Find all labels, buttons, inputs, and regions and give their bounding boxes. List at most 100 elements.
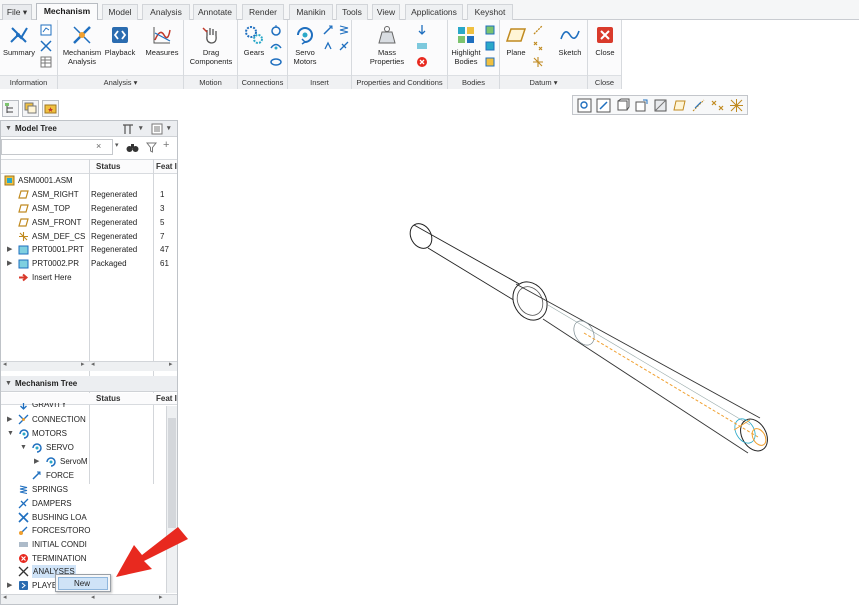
slot-icon[interactable] (270, 40, 282, 52)
expand-icon[interactable]: ▶ (34, 455, 39, 468)
add-column-icon[interactable]: + (163, 139, 169, 151)
group-label-datum[interactable]: Datum ▾ (500, 75, 587, 89)
collapse-icon[interactable]: ▼ (5, 376, 12, 392)
report-icon[interactable] (40, 24, 52, 36)
mech-row-springs[interactable]: SPRINGS (1, 483, 177, 496)
body-redefine-icon[interactable] (484, 40, 496, 52)
tree-row-asm-def-csys[interactable]: ASM_DEF_CS Regenerated 7 (1, 230, 177, 243)
tab-manikin[interactable]: Manikin (289, 4, 333, 20)
drag-components-button[interactable]: Drag Components (186, 24, 236, 66)
clear-search-icon[interactable]: × (96, 141, 101, 151)
tree-row-asm0001[interactable]: ASM0001.ASM (1, 174, 177, 187)
gravity-icon[interactable] (416, 24, 428, 36)
cam-icon[interactable] (270, 24, 282, 36)
expand-icon[interactable]: ▶ (7, 243, 12, 256)
tab-applications[interactable]: Applications (405, 4, 463, 20)
tree-row-insert-here[interactable]: Insert Here (1, 271, 177, 284)
scroll-left-icon[interactable]: ◂ (3, 593, 7, 601)
scroll-left-icon[interactable]: ◂ (91, 360, 95, 368)
mech-row-servo-motor[interactable]: ▶ ServoM (1, 455, 177, 468)
mech-row-force[interactable]: FORCE (1, 469, 177, 482)
mech-row-dampers[interactable]: DAMPERS (1, 497, 177, 510)
mech-row-gravity[interactable]: GRAVITY (1, 403, 177, 412)
force-motor-icon[interactable] (322, 24, 334, 36)
layers-tab[interactable] (22, 100, 39, 117)
settings-dropdown-icon[interactable]: ▾ (139, 121, 143, 137)
filter-icon[interactable] (146, 142, 157, 153)
distance-icon[interactable] (40, 40, 52, 52)
search-dropdown-icon[interactable]: ▾ (115, 141, 119, 149)
coordinate-system-icon[interactable] (532, 56, 544, 68)
tab-keyshot[interactable]: Keyshot (467, 4, 513, 20)
body-reset-icon[interactable] (484, 56, 496, 68)
rod-part[interactable] (406, 220, 531, 311)
tree-row-prt0002[interactable]: ▶ PRT0002.PR Packaged 61 (1, 257, 177, 270)
3d-model-viewport[interactable] (400, 215, 780, 465)
mech-row-connections[interactable]: ▶ CONNECTION (1, 413, 177, 426)
tab-analysis[interactable]: Analysis (142, 4, 190, 20)
file-menu-tab[interactable]: File ▾ (2, 4, 32, 20)
feat-column-header[interactable]: Feat I (156, 160, 177, 174)
tab-mechanism[interactable]: Mechanism (36, 3, 98, 21)
playback-button[interactable]: Playback (104, 24, 136, 57)
display-style-icon[interactable] (653, 98, 668, 113)
group-label-analysis[interactable]: Analysis ▾ (58, 75, 183, 89)
tree-row-asm-right[interactable]: ASM_RIGHT Regenerated 1 (1, 188, 177, 201)
mechanism-tree-header[interactable]: ▼ Mechanism Tree (1, 376, 177, 392)
csys-display-icon[interactable] (729, 98, 744, 113)
scroll-right-icon[interactable]: ▸ (169, 360, 173, 368)
mech-row-bushing-loads[interactable]: BUSHING LOA (1, 511, 177, 524)
status-column-header[interactable]: Status (96, 160, 120, 174)
scroll-right-icon[interactable]: ▸ (159, 593, 163, 601)
model-tree-header[interactable]: ▼ Model Tree ▾ ▾ (1, 121, 177, 137)
mass-properties-button[interactable]: Mass Properties (364, 24, 410, 66)
scroll-left-icon[interactable]: ◂ (3, 360, 7, 368)
zoom-in-icon[interactable] (596, 98, 611, 113)
measures-button[interactable]: Measures (144, 24, 180, 57)
collapse-icon[interactable]: ▼ (5, 121, 12, 137)
table-icon[interactable] (40, 56, 52, 68)
point-display-icon[interactable] (710, 98, 725, 113)
initial-condition-icon[interactable] (416, 40, 428, 52)
refit-icon[interactable] (577, 98, 592, 113)
favorites-tab[interactable] (42, 100, 59, 117)
body-define-icon[interactable] (484, 24, 496, 36)
tab-tools[interactable]: Tools (336, 4, 368, 20)
mechanism-tree-hscrollbar[interactable]: ◂ ◂ ▸ (1, 594, 177, 604)
damper-icon[interactable] (338, 40, 350, 52)
servo-motors-button[interactable]: Servo Motors (290, 24, 320, 66)
axis-icon[interactable] (532, 24, 544, 36)
highlight-bodies-button[interactable]: Highlight Bodies (449, 24, 483, 66)
show-dropdown-icon[interactable]: ▾ (167, 121, 171, 137)
mech-row-servo[interactable]: ▼ SERVO (1, 441, 177, 454)
settings-icon[interactable] (121, 123, 135, 135)
model-tree-scrollbar[interactable]: ◂ ▸ ◂ ▸ (1, 361, 177, 371)
model-tree-tab[interactable] (2, 100, 19, 117)
termination-icon[interactable] (416, 56, 428, 68)
expand-icon[interactable]: ▶ (7, 413, 12, 426)
view-orientation-icon[interactable] (615, 98, 630, 113)
scroll-left-icon[interactable]: ◂ (91, 593, 95, 601)
new-analysis-menu-item[interactable]: New (58, 577, 108, 590)
torque-icon[interactable] (322, 40, 334, 52)
sketch-button[interactable]: Sketch (554, 24, 586, 57)
spring-icon[interactable] (338, 24, 350, 36)
axis-display-icon[interactable] (691, 98, 706, 113)
plane-button[interactable]: Plane (502, 24, 530, 57)
mechanism-analysis-button[interactable]: Mechanism Analysis (60, 24, 104, 66)
saved-views-icon[interactable] (634, 98, 649, 113)
point-icon[interactable] (532, 40, 544, 52)
tree-row-asm-top[interactable]: ASM_TOP Regenerated 3 (1, 202, 177, 215)
expand-icon[interactable]: ▶ (7, 579, 12, 592)
tab-render[interactable]: Render (242, 4, 284, 20)
tube-part[interactable] (506, 276, 773, 456)
tab-view[interactable]: View (372, 4, 400, 20)
show-icon[interactable] (151, 123, 163, 135)
mech-row-motors[interactable]: ▼ MOTORS (1, 427, 177, 440)
expand-icon[interactable]: ▶ (7, 257, 12, 270)
tab-model[interactable]: Model (102, 4, 138, 20)
summary-button[interactable]: Summary (2, 24, 36, 57)
datum-display-icon[interactable] (672, 98, 687, 113)
tree-row-prt0001[interactable]: ▶ PRT0001.PRT Regenerated 47 (1, 243, 177, 256)
find-binoculars-icon[interactable] (126, 142, 139, 153)
